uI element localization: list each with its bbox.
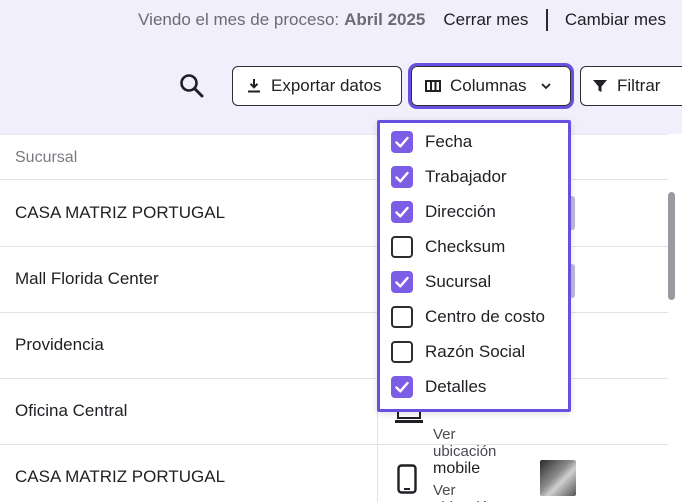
option-label: Razón Social (425, 342, 526, 361)
checkbox[interactable] (391, 341, 413, 363)
download-icon (245, 77, 263, 95)
columns-icon (424, 77, 442, 95)
check-icon (395, 381, 409, 393)
columns-label: Columnas (450, 76, 527, 95)
option-label: Trabajador (425, 167, 507, 186)
process-period-bar: Viendo el mes de proceso: Abril 2025 Cer… (138, 9, 666, 31)
checkbox[interactable] (391, 201, 413, 223)
photo-thumbnail[interactable] (540, 460, 576, 496)
filter-icon (591, 77, 609, 95)
view-location-link[interactable]: Ver ubicación (433, 426, 496, 460)
export-data-button[interactable]: Exportar datos (232, 66, 402, 106)
export-label: Exportar datos (271, 76, 382, 95)
cell-sucursal: Providencia (15, 335, 104, 354)
option-label: Checksum (425, 237, 506, 256)
scrollbar-thumb[interactable] (668, 192, 675, 300)
close-month-link[interactable]: Cerrar mes (443, 10, 528, 30)
check-icon (395, 136, 409, 148)
divider (546, 9, 548, 31)
column-option-sucursal[interactable]: Sucursal (391, 267, 491, 297)
search-button[interactable] (178, 72, 206, 100)
checkbox[interactable] (391, 376, 413, 398)
column-option-razon-social[interactable]: Razón Social (391, 337, 525, 367)
column-header-sucursal[interactable]: Sucursal (15, 149, 77, 167)
check-icon (395, 171, 409, 183)
device-type: mobile (433, 460, 481, 477)
filter-button[interactable]: Filtrar (580, 66, 682, 106)
column-option-detalles[interactable]: Detalles (391, 372, 486, 402)
checkbox[interactable] (391, 166, 413, 188)
search-icon (180, 74, 204, 98)
checkbox[interactable] (391, 131, 413, 153)
cell-sucursal: Oficina Central (15, 401, 128, 420)
period-value: Abril 2025 (344, 10, 426, 29)
check-icon (395, 206, 409, 218)
top-bar: Viendo el mes de proceso: Abril 2025 Cer… (0, 0, 682, 134)
column-option-direccion[interactable]: Dirección (391, 197, 496, 227)
view-location-link[interactable]: Ver ubicación (433, 482, 496, 502)
columns-dropdown: Fecha Trabajador Dirección Checksum Sucu… (377, 120, 571, 412)
column-option-fecha[interactable]: Fecha (391, 127, 472, 157)
column-option-trabajador[interactable]: Trabajador (391, 162, 507, 192)
filter-label: Filtrar (617, 76, 661, 95)
change-month-link[interactable]: Cambiar mes (565, 10, 666, 30)
option-label: Centro de costo (425, 307, 546, 326)
option-label: Fecha (425, 132, 473, 151)
cell-sucursal: CASA MATRIZ PORTUGAL (15, 467, 226, 486)
cell-sucursal: CASA MATRIZ PORTUGAL (15, 203, 226, 222)
check-icon (395, 276, 409, 288)
data-table: Sucursal CASA MATRIZ PORTUGAL Mall Flori… (0, 134, 682, 502)
option-label: Detalles (425, 377, 487, 396)
columns-button[interactable]: Columnas (408, 63, 574, 109)
checkbox[interactable] (391, 306, 413, 328)
chevron-down-icon (537, 77, 555, 95)
checkbox[interactable] (391, 271, 413, 293)
mobile-icon (397, 464, 417, 494)
column-option-checksum[interactable]: Checksum (391, 232, 505, 262)
column-option-centro-de-costo[interactable]: Centro de costo (391, 302, 545, 332)
option-label: Sucursal (425, 272, 492, 291)
vertical-scrollbar[interactable] (668, 134, 676, 502)
checkbox[interactable] (391, 236, 413, 258)
option-label: Dirección (425, 202, 496, 221)
cell-sucursal: Mall Florida Center (15, 269, 159, 288)
period-label: Viendo el mes de proceso: (138, 10, 340, 29)
